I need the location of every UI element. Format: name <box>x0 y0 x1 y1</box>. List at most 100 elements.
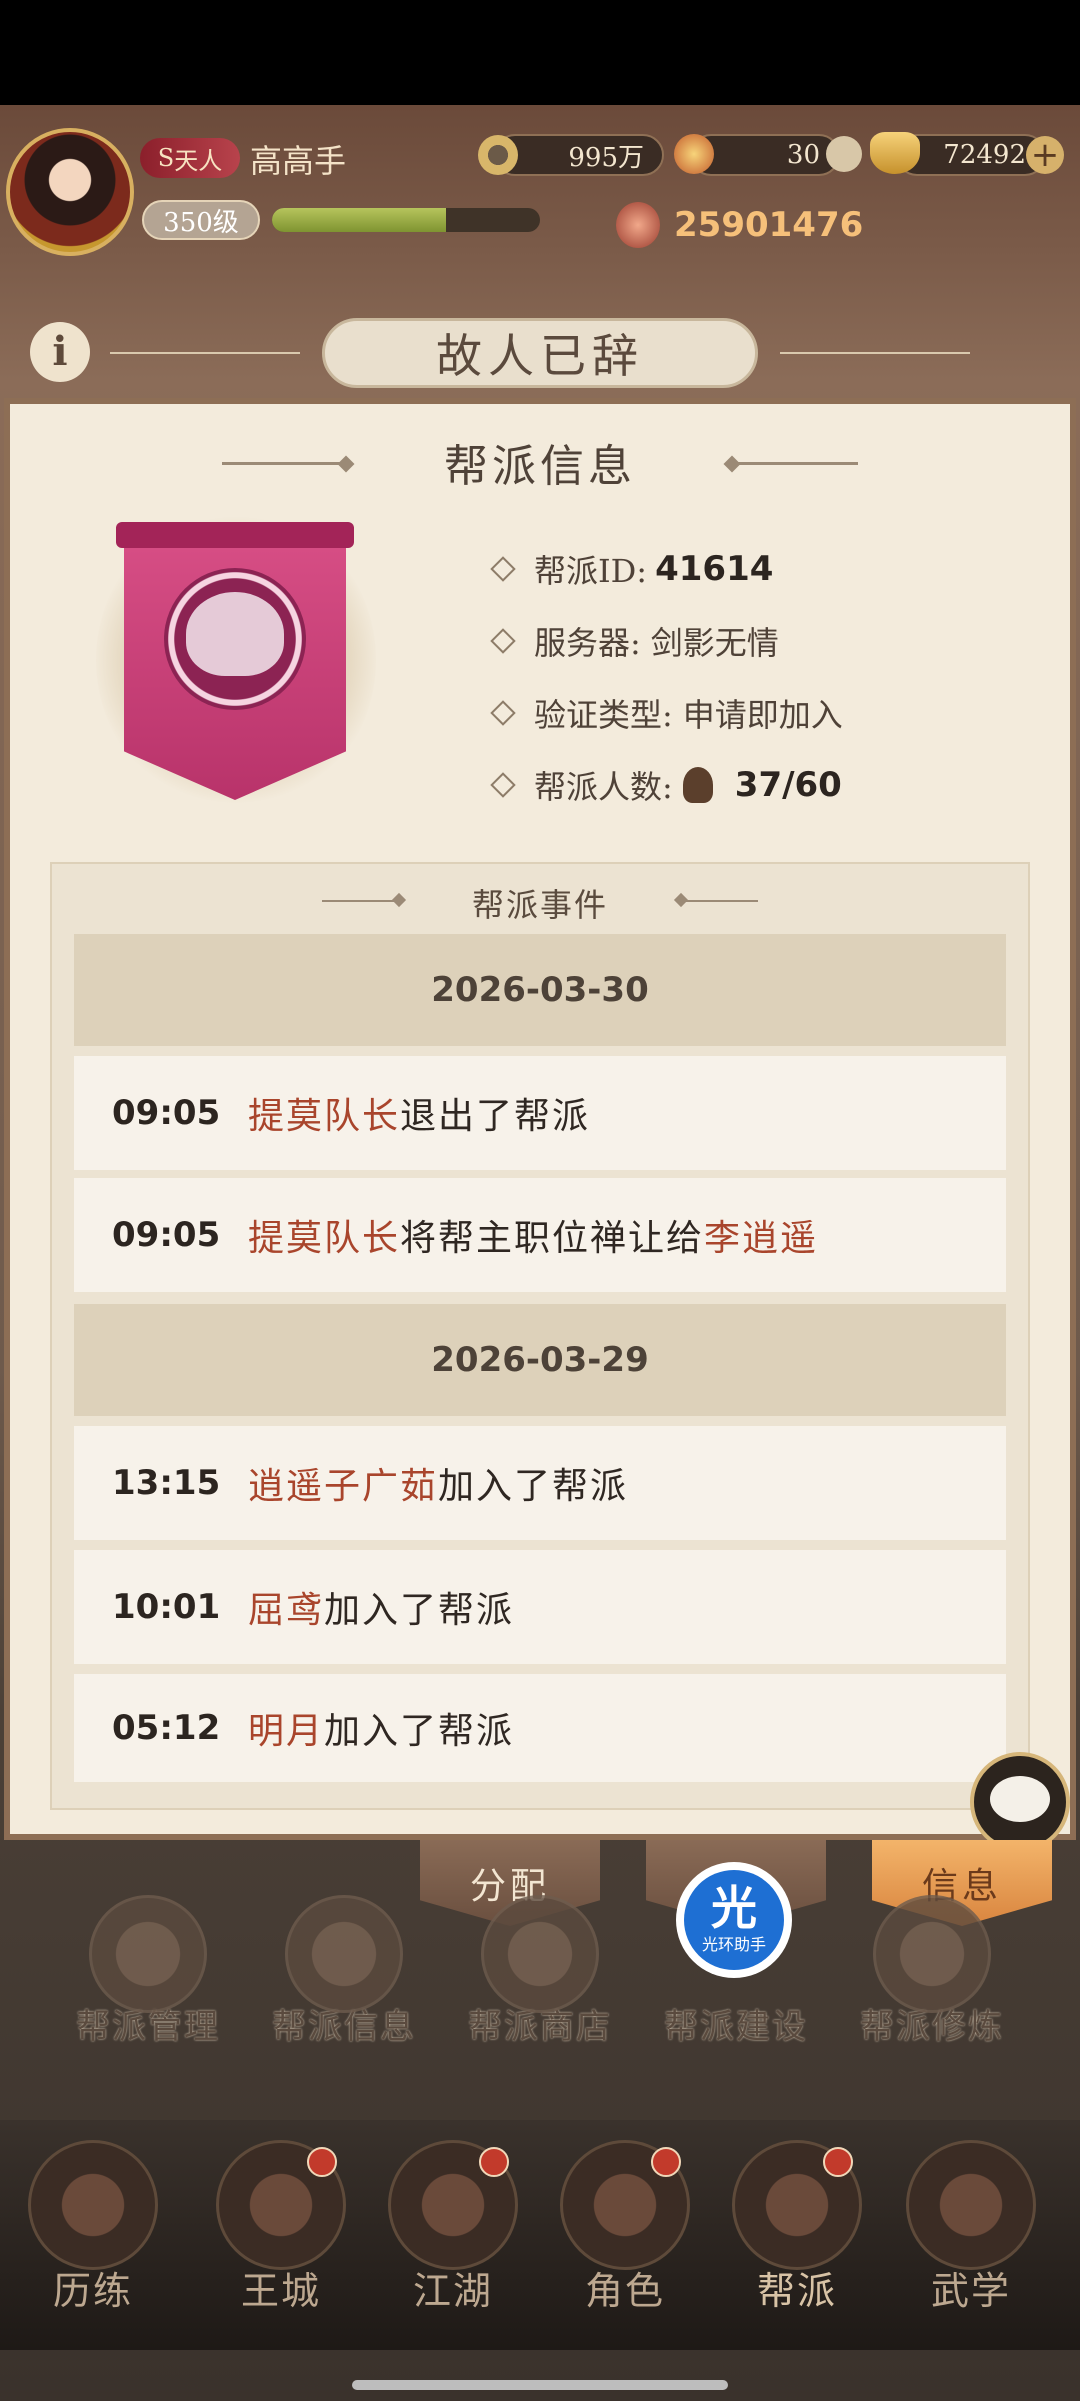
sword-icon <box>388 2140 518 2270</box>
gem-amount: 30 <box>786 140 820 170</box>
event-row: 05:12 明月加入了帮派 <box>74 1674 1006 1782</box>
rank-label: 天人 <box>174 146 223 175</box>
training-icon <box>28 2140 158 2270</box>
members-row: 帮派人数: 37/60 <box>490 762 842 808</box>
bullet-diamond-icon <box>490 772 516 798</box>
action-guild-shop[interactable]: 帮派商店 <box>450 1895 630 2048</box>
nav-royal-city[interactable]: 王城 <box>196 2140 366 2315</box>
event-text: 提莫队长退出了帮派 <box>248 1087 590 1139</box>
notification-dot <box>307 2147 337 2177</box>
gem-icon <box>674 134 714 174</box>
notification-dot <box>823 2147 853 2177</box>
city-gate-icon <box>216 2140 346 2270</box>
members-value: 37/60 <box>734 765 842 805</box>
event-actor[interactable]: 屈鸢 <box>248 1590 324 1631</box>
event-row: 10:01 屈鸢加入了帮派 <box>74 1550 1006 1664</box>
home-indicator[interactable] <box>352 2380 728 2390</box>
members-label: 帮派人数: <box>534 768 673 806</box>
date-label: 2026-03-29 <box>431 1340 649 1380</box>
action-guild-manage[interactable]: 帮派管理 <box>58 1895 238 2048</box>
bullet-diamond-icon <box>490 556 516 582</box>
nav-character[interactable]: 角色 <box>540 2140 710 2315</box>
event-time: 13:15 <box>112 1463 221 1503</box>
combat-power: 25901476 <box>674 205 864 245</box>
player-level: 350级 <box>142 200 260 240</box>
rank-prefix: S <box>157 144 175 172</box>
scroll-icon <box>906 2140 1036 2270</box>
event-action: 退出了帮派 <box>400 1096 591 1137</box>
notification-dot <box>651 2147 681 2177</box>
events-title: 帮派事件 <box>471 886 608 924</box>
event-text: 逍遥子广茹加入了帮派 <box>248 1457 628 1509</box>
event-actor[interactable]: 提莫队长 <box>248 1096 400 1137</box>
event-text: 屈鸢加入了帮派 <box>248 1581 514 1633</box>
silver-amount: 995万 <box>568 142 644 173</box>
server-row: 服务器: 剑影无情 <box>490 618 779 664</box>
nav-training[interactable]: 历练 <box>8 2140 178 2315</box>
character-icon <box>560 2140 690 2270</box>
event-action: 加入了帮派 <box>438 1466 629 1507</box>
date-header: 2026-03-30 <box>74 934 1006 1046</box>
event-actor[interactable]: 明月 <box>248 1711 324 1752</box>
event-action: 将帮主职位禅让给 <box>400 1218 705 1259</box>
event-time: 09:05 <box>112 1215 221 1255</box>
event-time: 10:01 <box>112 1587 221 1627</box>
verify-label: 验证类型: <box>534 696 673 734</box>
nav-guild[interactable]: 帮派 <box>712 2140 882 2315</box>
guild-emblem-rod <box>116 522 354 548</box>
server-value: 剑影无情 <box>650 624 779 662</box>
panel-title: 帮派信息 <box>444 441 636 492</box>
event-action: 加入了帮派 <box>324 1711 515 1752</box>
bullet-diamond-icon <box>490 628 516 654</box>
guild-manage-icon <box>89 1895 207 2013</box>
event-row: 09:05 提莫队长将帮主职位禅让给李逍遥 <box>74 1178 1006 1292</box>
exp-bar <box>272 208 540 232</box>
date-label: 2026-03-30 <box>431 970 649 1010</box>
guild-id-value: 41614 <box>655 549 774 589</box>
header-deco-right <box>780 352 970 354</box>
guild-emblem-icon <box>732 2140 862 2270</box>
rank-badge: S 天人 <box>140 138 240 178</box>
info-icon[interactable]: i <box>30 322 90 382</box>
chat-bubble-icon <box>990 1776 1050 1822</box>
nav-jianghu[interactable]: 江湖 <box>368 2140 538 2315</box>
guild-shop-icon <box>481 1895 599 2013</box>
bullet-diamond-icon <box>490 700 516 726</box>
event-actor[interactable]: 提莫队长 <box>248 1218 400 1259</box>
event-row: 13:15 逍遥子广茹加入了帮派 <box>74 1426 1006 1540</box>
silver-pill: 995万 <box>494 134 664 176</box>
notification-dot <box>479 2147 509 2177</box>
verify-value: 申请即加入 <box>682 696 843 734</box>
guild-name-banner: 故人已辞 <box>322 318 758 388</box>
event-actor[interactable]: 逍遥子广茹 <box>248 1466 438 1507</box>
member-icon <box>682 767 713 803</box>
silver-coin-icon <box>478 135 518 175</box>
wave-symbol-icon <box>186 592 284 676</box>
player-name: 高高手 <box>250 142 347 180</box>
event-text: 提莫队长将帮主职位禅让给李逍遥 <box>248 1209 818 1261</box>
gem-add-icon[interactable] <box>826 136 862 172</box>
action-guild-build[interactable]: 帮派建设 <box>646 1895 826 2048</box>
player-avatar[interactable] <box>6 128 134 256</box>
event-text: 明月加入了帮派 <box>248 1702 514 1754</box>
gold-amount: 72492 <box>943 140 1026 170</box>
action-guild-train[interactable]: 帮派修炼 <box>842 1895 1022 2048</box>
guild-id-row: 帮派ID: 41614 <box>490 546 774 592</box>
event-action: 加入了帮派 <box>324 1590 515 1631</box>
gold-add-button[interactable]: + <box>1026 136 1064 174</box>
exp-fill <box>272 208 447 232</box>
verify-row: 验证类型: 申请即加入 <box>490 690 843 736</box>
header-deco-left <box>110 352 300 354</box>
action-guild-info[interactable]: 帮派信息 <box>254 1895 434 2048</box>
event-time: 05:12 <box>112 1708 221 1748</box>
guild-info-icon <box>285 1895 403 2013</box>
gold-ingot-icon <box>870 132 920 174</box>
server-label: 服务器: <box>534 624 641 662</box>
power-icon <box>616 202 660 248</box>
event-time: 09:05 <box>112 1093 221 1133</box>
nav-martial-arts[interactable]: 武学 <box>886 2140 1056 2315</box>
event-row: 09:05 提莫队长退出了帮派 <box>74 1056 1006 1170</box>
guild-train-icon <box>873 1895 991 2013</box>
date-header: 2026-03-29 <box>74 1304 1006 1416</box>
event-target[interactable]: 李逍遥 <box>704 1218 818 1259</box>
